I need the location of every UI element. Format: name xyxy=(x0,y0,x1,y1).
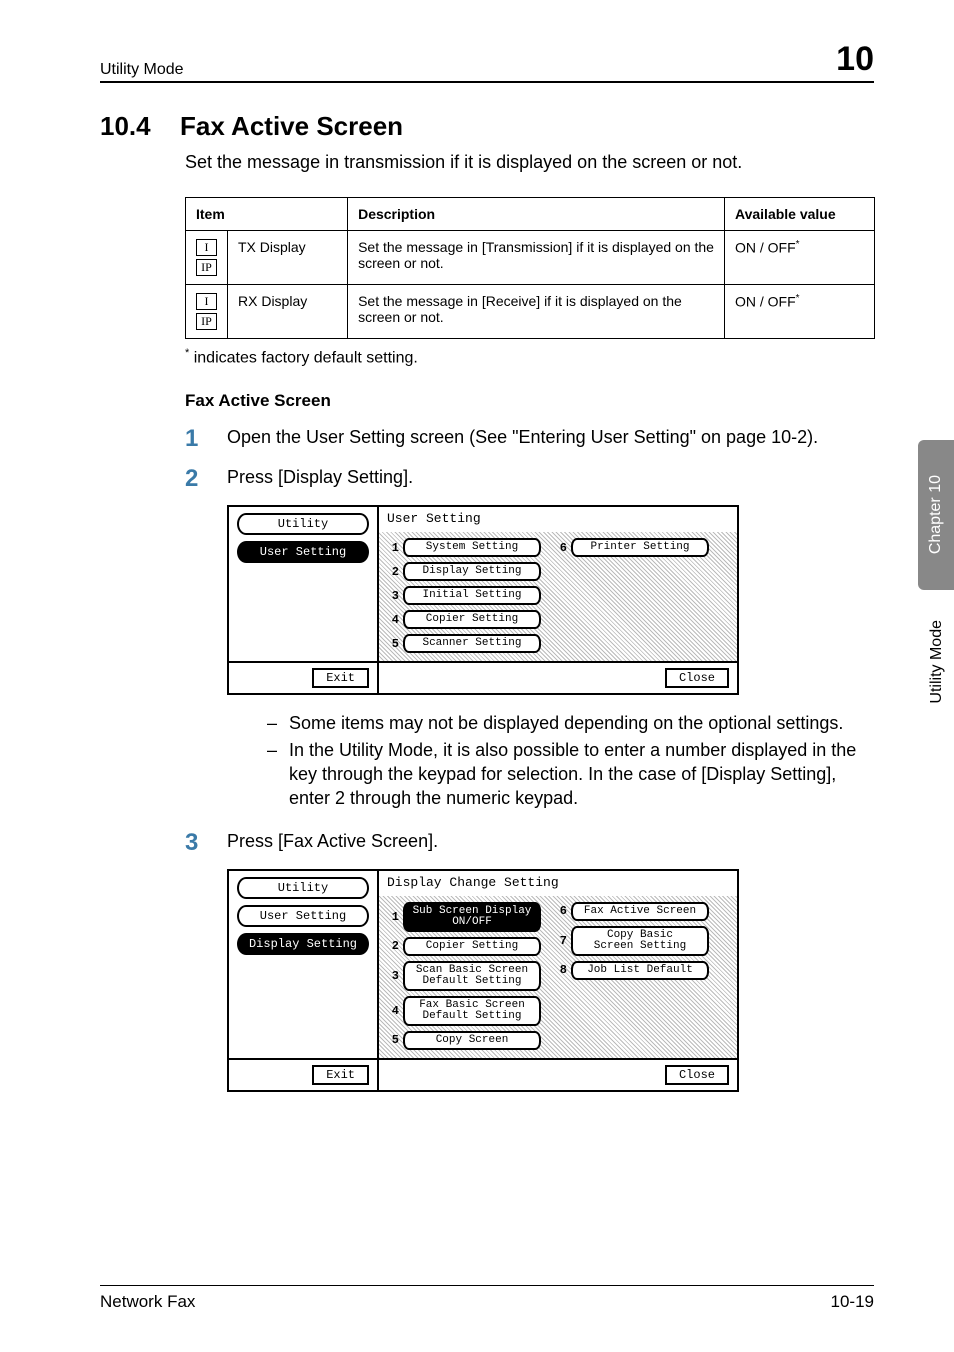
opt-initial-setting[interactable]: Initial Setting xyxy=(403,586,541,605)
opt-display-setting[interactable]: Display Setting xyxy=(403,562,541,581)
panel-breadcrumb-col: Utility User Setting Display Setting Exi… xyxy=(229,871,379,1090)
opt-copy-basic[interactable]: Copy Basic Screen Setting xyxy=(571,926,709,956)
opt-job-list[interactable]: Job List Default xyxy=(571,961,709,980)
section-heading: 10.4 Fax Active Screen xyxy=(100,111,874,142)
section-title: Fax Active Screen xyxy=(180,111,403,142)
th-description: Description xyxy=(348,198,725,231)
opt-copy-screen[interactable]: Copy Screen xyxy=(403,1031,541,1050)
crumb-utility[interactable]: Utility xyxy=(237,877,369,899)
badge-ip: IP xyxy=(196,313,217,330)
step-1: 1 Open the User Setting screen (See "Ent… xyxy=(185,425,874,453)
opt-printer-setting[interactable]: Printer Setting xyxy=(571,538,709,557)
row-avail: ON / OFF* xyxy=(725,231,875,285)
row-desc: Set the message in [Receive] if it is di… xyxy=(348,285,725,339)
close-button[interactable]: Close xyxy=(665,1065,729,1085)
th-available: Available value xyxy=(725,198,875,231)
footer-left: Network Fax xyxy=(100,1292,195,1312)
crumb-display-setting[interactable]: Display Setting xyxy=(237,933,369,955)
spec-table: Item Description Available value I IP TX… xyxy=(185,197,875,339)
badge-i: I xyxy=(196,239,217,256)
crumb-user-setting[interactable]: User Setting xyxy=(237,541,369,563)
opt-system-setting[interactable]: System Setting xyxy=(403,538,541,557)
panel-title: User Setting xyxy=(379,507,737,532)
step-text: Press [Display Setting]. xyxy=(227,465,874,493)
step-number: 1 xyxy=(185,425,227,453)
opt-scanner-setting[interactable]: Scanner Setting xyxy=(403,634,541,653)
table-row: I IP RX Display Set the message in [Rece… xyxy=(186,285,875,339)
close-button[interactable]: Close xyxy=(665,668,729,688)
row-name: TX Display xyxy=(228,231,348,285)
opt-sub-screen[interactable]: Sub Screen Display ON/OFF xyxy=(403,902,541,932)
panel-breadcrumb-col: Utility User Setting Exit xyxy=(229,507,379,693)
running-head: Utility Mode 10 xyxy=(100,40,874,83)
step-number: 2 xyxy=(185,465,227,493)
badge-ip: IP xyxy=(196,259,217,276)
side-tab-label: Chapter 10 xyxy=(927,475,945,554)
note-item: In the Utility Mode, it is also possible… xyxy=(267,738,874,811)
opt-fax-active[interactable]: Fax Active Screen xyxy=(571,902,709,921)
crumb-utility[interactable]: Utility xyxy=(237,513,369,535)
opt-scan-basic[interactable]: Scan Basic Screen Default Setting xyxy=(403,961,541,991)
step-text: Press [Fax Active Screen]. xyxy=(227,829,874,857)
page-footer: Network Fax 10-19 xyxy=(100,1285,874,1312)
footnote: * indicates factory default setting. xyxy=(185,347,874,367)
row-name: RX Display xyxy=(228,285,348,339)
footer-right: 10-19 xyxy=(831,1292,874,1312)
running-head-title: Utility Mode xyxy=(100,61,184,79)
display-change-panel: Utility User Setting Display Setting Exi… xyxy=(227,869,739,1092)
procedure-heading: Fax Active Screen xyxy=(185,391,874,411)
badge-i: I xyxy=(196,293,217,310)
row-avail: ON / OFF* xyxy=(725,285,875,339)
running-head-number: 10 xyxy=(836,40,874,79)
th-item: Item xyxy=(186,198,348,231)
side-tab-chapter: Chapter 10 xyxy=(918,440,954,590)
exit-button[interactable]: Exit xyxy=(312,668,369,688)
table-row: I IP TX Display Set the message in [Tran… xyxy=(186,231,875,285)
opt-copier-setting[interactable]: Copier Setting xyxy=(403,610,541,629)
crumb-user-setting[interactable]: User Setting xyxy=(237,905,369,927)
user-setting-panel: Utility User Setting Exit User Setting 1… xyxy=(227,505,739,695)
exit-button[interactable]: Exit xyxy=(312,1065,369,1085)
step-2-notes: Some items may not be displayed dependin… xyxy=(227,711,874,810)
step-2: 2 Press [Display Setting]. xyxy=(185,465,874,493)
opt-copier-setting[interactable]: Copier Setting xyxy=(403,937,541,956)
step-3: 3 Press [Fax Active Screen]. xyxy=(185,829,874,857)
panel-title: Display Change Setting xyxy=(379,871,737,896)
opt-fax-basic[interactable]: Fax Basic Screen Default Setting xyxy=(403,996,541,1026)
note-item: Some items may not be displayed dependin… xyxy=(267,711,874,735)
side-label-mode: Utility Mode xyxy=(928,620,946,704)
section-number: 10.4 xyxy=(100,111,156,142)
row-desc: Set the message in [Transmission] if it … xyxy=(348,231,725,285)
section-intro: Set the message in transmission if it is… xyxy=(185,152,874,173)
step-number: 3 xyxy=(185,829,227,857)
step-text: Open the User Setting screen (See "Enter… xyxy=(227,425,874,453)
